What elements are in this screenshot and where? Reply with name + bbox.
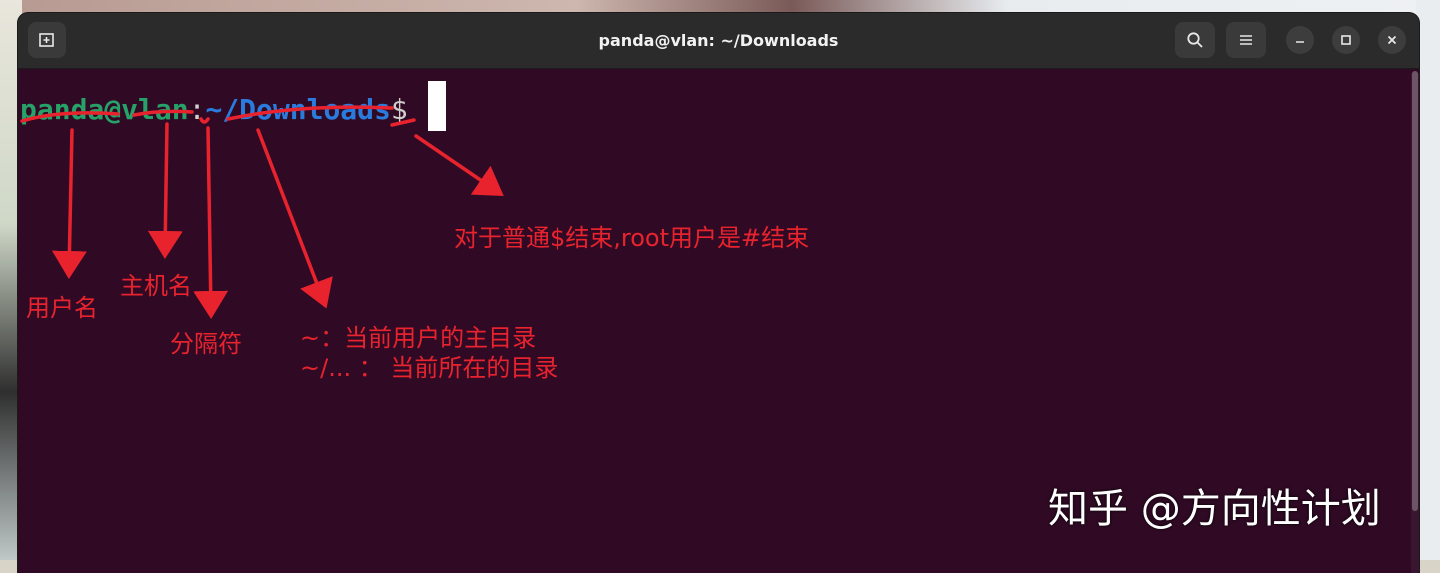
shell-prompt: panda@vlan:~/Downloads$ — [20, 81, 446, 131]
scrollbar-thumb[interactable] — [1412, 71, 1418, 511]
menu-button[interactable] — [1226, 22, 1266, 58]
search-icon — [1187, 32, 1203, 48]
maximize-icon — [1341, 35, 1351, 45]
hamburger-menu-icon — [1240, 35, 1252, 45]
annotation-path-line2: ~/... ： 当前所在的目录 — [300, 354, 559, 382]
annotation-username: 用户名 — [26, 294, 98, 322]
watermark: 知乎 @方向性计划 — [1048, 486, 1381, 532]
close-icon — [1387, 35, 1397, 45]
minimize-button[interactable] — [1286, 26, 1314, 54]
annotation-separator: 分隔符 — [170, 330, 242, 358]
text-cursor — [427, 81, 446, 131]
prompt-separator: : — [188, 93, 206, 126]
desktop-wallpaper-right — [1416, 0, 1440, 560]
search-button[interactable] — [1175, 22, 1215, 58]
annotation-prompt-end: 对于普通$结束,root用户是#结束 — [454, 224, 810, 252]
prompt-path: ~/Downloads — [205, 93, 391, 126]
annotation-hostname: 主机名 — [120, 272, 192, 300]
maximize-button[interactable] — [1332, 26, 1360, 54]
prompt-user-host: panda@vlan — [20, 93, 189, 126]
minimize-icon — [1296, 41, 1304, 43]
prompt-symbol: $ — [390, 93, 408, 126]
close-button[interactable] — [1378, 26, 1406, 54]
title-bar: panda@vlan: ~/Downloads — [18, 13, 1419, 69]
